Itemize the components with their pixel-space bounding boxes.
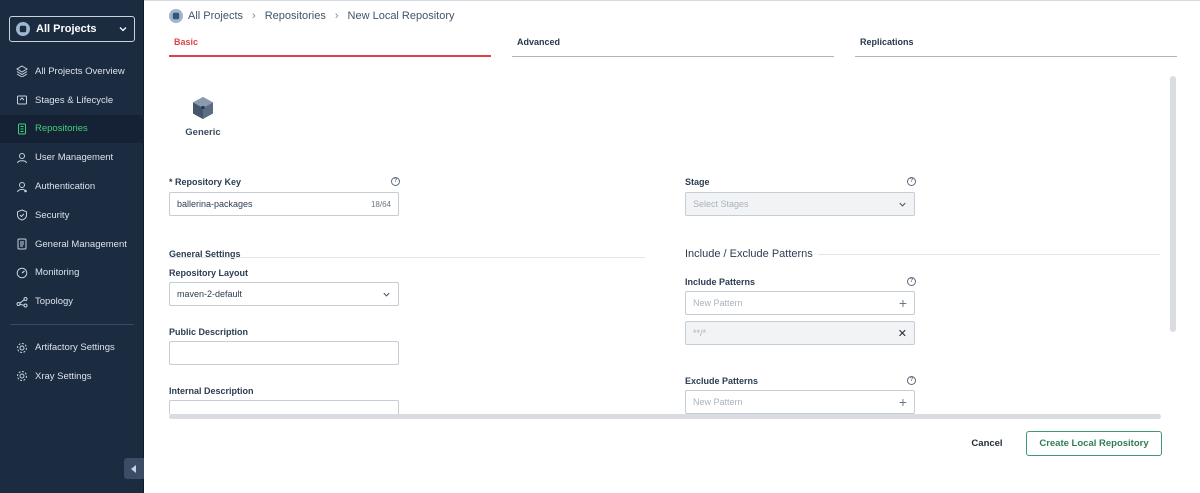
exclude-patterns-label: Exclude Patterns bbox=[685, 376, 759, 386]
chevron-down-icon bbox=[899, 202, 906, 207]
breadcrumb-current: New Local Repository bbox=[347, 10, 455, 22]
internal-description-label: Internal Description bbox=[169, 386, 254, 396]
settings-icon bbox=[16, 370, 28, 382]
repo-layout-label: Repository Layout bbox=[169, 268, 249, 278]
plus-icon[interactable]: + bbox=[899, 295, 907, 311]
horizontal-scrollbar[interactable] bbox=[169, 414, 1161, 419]
sidebar-item-label: Security bbox=[35, 209, 70, 221]
stage-placeholder: Select Stages bbox=[693, 199, 749, 209]
sidebar-item-label: General Management bbox=[35, 238, 127, 250]
chevron-down-icon bbox=[119, 27, 127, 32]
topology-icon bbox=[16, 296, 28, 308]
top-divider bbox=[144, 0, 1200, 1]
sidebar-collapse-button[interactable] bbox=[124, 458, 144, 479]
help-icon[interactable]: ? bbox=[391, 177, 400, 186]
sidebar-item-authentication[interactable]: Authentication bbox=[0, 172, 144, 201]
stage-label: Stage bbox=[685, 177, 710, 187]
chevron-right-icon: › bbox=[252, 10, 256, 22]
plus-icon[interactable]: + bbox=[899, 394, 907, 410]
stage-select[interactable]: Select Stages bbox=[685, 192, 915, 216]
chevron-right-icon: › bbox=[334, 10, 339, 22]
sidebar-divider bbox=[10, 324, 134, 326]
create-local-repository-button[interactable]: Create Local Repository bbox=[1026, 431, 1162, 456]
public-description-input[interactable] bbox=[169, 341, 399, 365]
section-divider bbox=[818, 254, 1160, 255]
sidebar-item-repositories[interactable]: Repositories bbox=[0, 114, 144, 144]
breadcrumb: All Projects › Repositories › New Local … bbox=[169, 8, 455, 24]
package-type-generic: Generic bbox=[182, 96, 224, 138]
help-icon[interactable]: ? bbox=[907, 177, 916, 186]
include-pattern-value: **/* bbox=[693, 328, 707, 338]
include-pattern-placeholder: New Pattern bbox=[693, 298, 743, 308]
cancel-button[interactable]: Cancel bbox=[964, 432, 1010, 454]
chevron-left-icon bbox=[131, 464, 136, 473]
sidebar-item-xray-settings[interactable]: Xray Settings bbox=[0, 362, 144, 391]
project-selector-label: All Projects bbox=[36, 23, 97, 35]
sidebar-item-label: Monitoring bbox=[35, 267, 80, 279]
repo-layout-value: maven-2-default bbox=[177, 289, 243, 299]
include-pattern-chip: **/* ✕ bbox=[685, 321, 915, 345]
sidebar-item-label: Topology bbox=[35, 296, 74, 308]
sidebar-item-stages-lifecycle[interactable]: Stages & Lifecycle bbox=[0, 86, 144, 115]
repositories-icon bbox=[16, 123, 28, 135]
project-selector[interactable]: All Projects bbox=[9, 16, 135, 42]
sidebar-item-monitoring[interactable]: Monitoring bbox=[0, 259, 144, 288]
exclude-pattern-input[interactable]: New Pattern + bbox=[685, 390, 915, 414]
help-icon[interactable]: ? bbox=[907, 277, 916, 286]
sidebar-item-topology[interactable]: Topology bbox=[0, 287, 144, 316]
authentication-icon bbox=[16, 181, 28, 193]
repo-key-input[interactable]: ballerina-packages 18/64 bbox=[169, 192, 399, 216]
tab-advanced[interactable]: Advanced bbox=[512, 37, 834, 57]
sidebar-item-label: Authentication bbox=[35, 181, 96, 193]
document-icon bbox=[16, 238, 28, 250]
layers-icon bbox=[16, 65, 28, 78]
sidebar-item-general-management[interactable]: General Management bbox=[0, 230, 144, 259]
repo-layout-select[interactable]: maven-2-default bbox=[169, 282, 399, 306]
monitoring-icon bbox=[16, 267, 28, 279]
section-divider bbox=[169, 257, 645, 258]
package-type-label: Generic bbox=[185, 127, 221, 138]
breadcrumb-repositories[interactable]: Repositories bbox=[265, 10, 326, 22]
sidebar-item-label: Artifactory Settings bbox=[35, 342, 115, 354]
tab-basic[interactable]: Basic bbox=[169, 37, 491, 57]
project-logo-icon bbox=[169, 9, 183, 23]
tab-replications[interactable]: Replications bbox=[855, 37, 1177, 57]
sidebar-item-label: All Projects Overview bbox=[35, 65, 125, 77]
patterns-title: Include / Exclude Patterns bbox=[685, 248, 813, 260]
internal-description-input[interactable] bbox=[169, 400, 399, 414]
sidebar-item-label: Stages & Lifecycle bbox=[35, 94, 114, 106]
repo-key-label: * Repository Key bbox=[169, 177, 242, 187]
sidebar-item-all-projects-overview[interactable]: All Projects Overview bbox=[0, 57, 144, 86]
public-description-label: Public Description bbox=[169, 327, 249, 337]
sidebar-item-label: Xray Settings bbox=[35, 370, 92, 382]
sidebar-item-artifactory-settings[interactable]: Artifactory Settings bbox=[0, 333, 144, 362]
repo-key-value: ballerina-packages bbox=[177, 199, 253, 209]
chevron-down-icon bbox=[383, 292, 390, 297]
sidebar-item-label: User Management bbox=[35, 152, 114, 164]
sidebar-nav: All Projects Overview Stages & Lifecycle… bbox=[0, 57, 144, 391]
user-icon bbox=[16, 152, 28, 164]
vertical-scrollbar[interactable] bbox=[1170, 76, 1176, 332]
generic-package-icon bbox=[193, 97, 213, 119]
help-icon[interactable]: ? bbox=[907, 376, 916, 385]
exclude-pattern-placeholder: New Pattern bbox=[693, 397, 743, 407]
lifecycle-icon bbox=[16, 94, 28, 106]
close-icon[interactable]: ✕ bbox=[898, 327, 907, 340]
shield-icon bbox=[16, 209, 28, 221]
include-pattern-input[interactable]: New Pattern + bbox=[685, 291, 915, 315]
sidebar-item-security[interactable]: Security bbox=[0, 201, 144, 230]
include-patterns-label: Include Patterns bbox=[685, 277, 756, 287]
repo-key-counter: 18/64 bbox=[370, 199, 391, 209]
breadcrumb-root[interactable]: All Projects bbox=[188, 10, 243, 22]
project-logo-icon bbox=[16, 22, 30, 36]
sidebar-item-user-management[interactable]: User Management bbox=[0, 143, 144, 172]
sidebar-item-label: Repositories bbox=[35, 123, 88, 135]
sidebar: All Projects All Projects Overview Stage… bbox=[0, 0, 144, 493]
settings-icon bbox=[16, 342, 28, 354]
